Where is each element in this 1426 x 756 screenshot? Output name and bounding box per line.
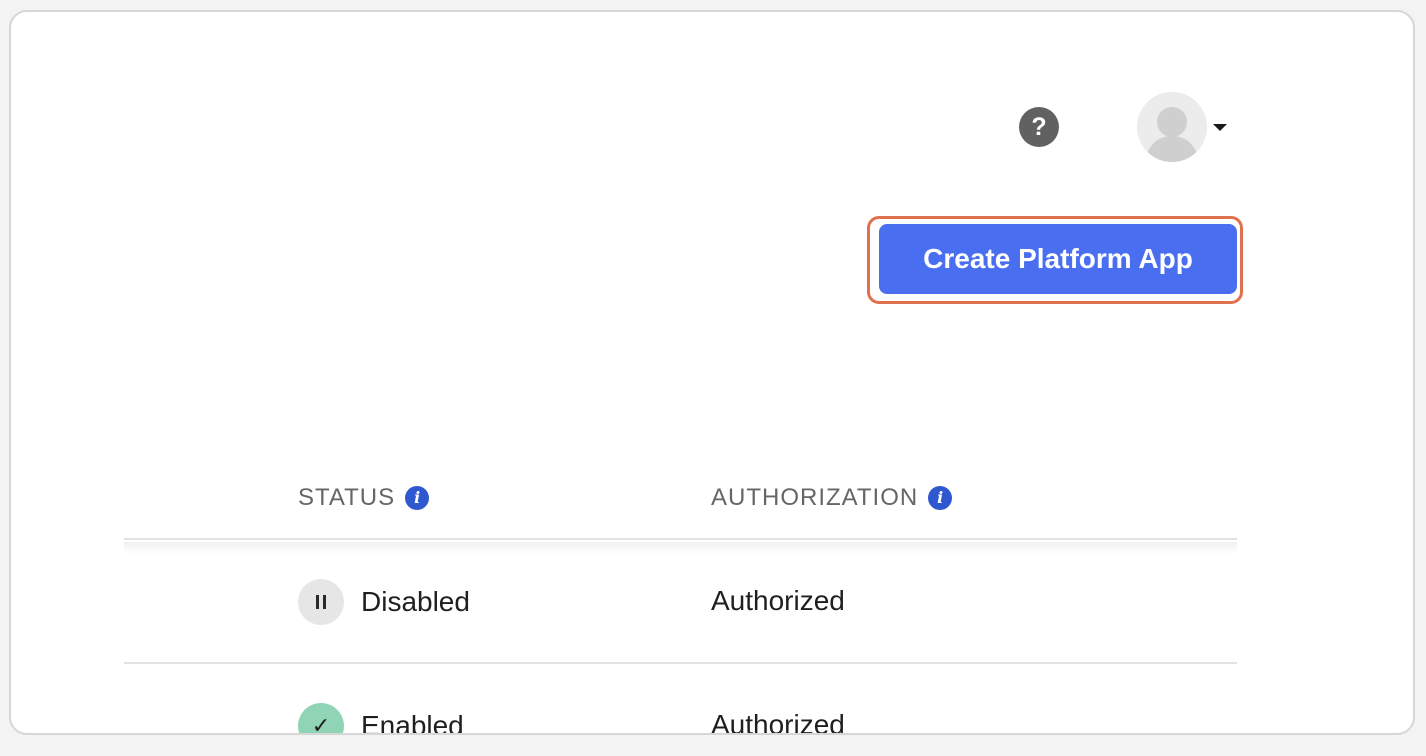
- help-icon[interactable]: ?: [1019, 107, 1059, 147]
- info-icon[interactable]: i: [928, 486, 953, 510]
- table-row-status: Disabled: [298, 579, 470, 625]
- authorization-label: Authorized: [711, 709, 845, 735]
- app-window: ? Create Platform App STATUS i AUTHORIZA…: [9, 10, 1415, 735]
- header-divider: [124, 538, 1237, 540]
- column-header-label: STATUS: [298, 484, 396, 511]
- column-header-authorization: AUTHORIZATION i: [711, 484, 953, 512]
- user-menu[interactable]: [1137, 92, 1227, 162]
- chevron-down-icon: [1213, 123, 1227, 131]
- create-platform-app-button[interactable]: Create Platform App: [879, 224, 1237, 294]
- pause-icon: [298, 579, 344, 625]
- column-header-status: STATUS i: [298, 484, 430, 512]
- status-label: Enabled: [361, 710, 464, 735]
- column-header-label: AUTHORIZATION: [711, 484, 919, 511]
- status-label: Disabled: [361, 586, 470, 617]
- check-icon: ✓: [298, 703, 344, 733]
- row-divider: [124, 662, 1237, 664]
- authorization-label: Authorized: [711, 585, 845, 616]
- table-row-authorization: Authorized: [711, 709, 845, 735]
- table-row-status: ✓ Enabled: [298, 703, 464, 735]
- header-shadow: [124, 542, 1237, 554]
- table-row-authorization: Authorized: [711, 585, 845, 617]
- info-icon[interactable]: i: [405, 486, 430, 510]
- user-avatar-icon: [1137, 92, 1207, 162]
